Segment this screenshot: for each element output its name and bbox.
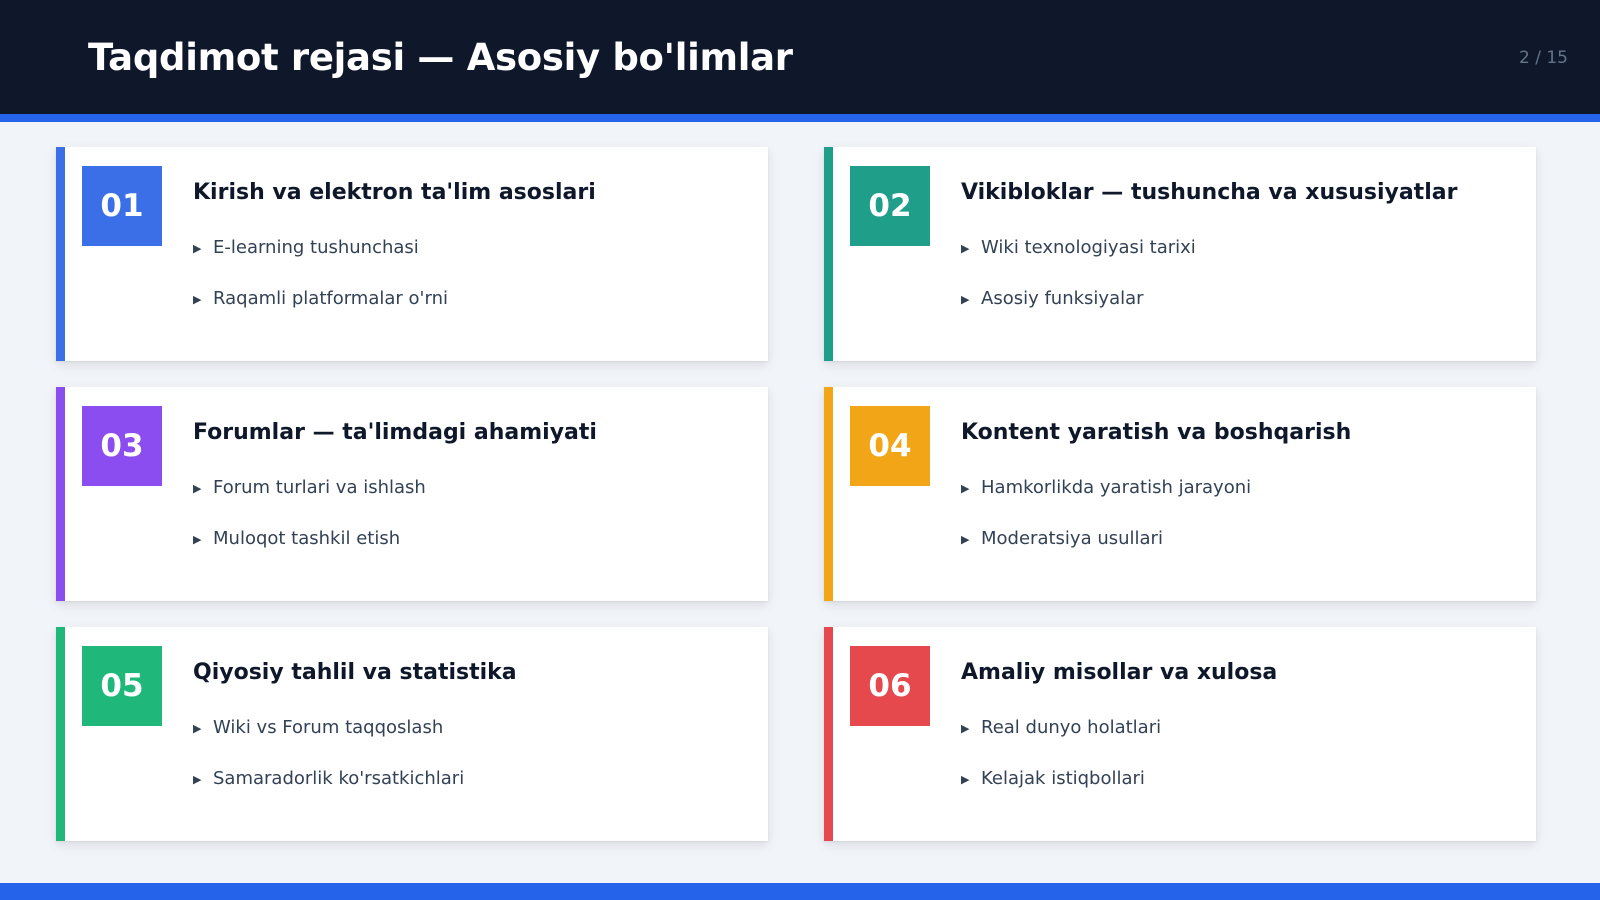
triangle-bullet-icon: ▶ — [193, 773, 202, 786]
list-item-label: Wiki vs Forum taqqoslash — [213, 717, 444, 738]
section-items: ▶ Wiki vs Forum taqqoslash ▶ Samaradorlik … — [193, 717, 464, 819]
list-item-label: Wiki texnologiyasi tarixi — [981, 237, 1196, 258]
list-item: ▶ Asosiy funksiyalar — [961, 288, 1196, 339]
section-items: ▶ Hamkorlikda yaratish jarayoni ▶ Moderats… — [961, 477, 1251, 579]
section-number-badge: 04 — [850, 406, 930, 486]
card-accent-stripe — [56, 387, 65, 601]
list-item: ▶ Samaradorlik ko'rsatkichlari — [193, 768, 464, 819]
triangle-bullet-icon: ▶ — [193, 242, 202, 255]
list-item-label: Real dunyo holatlari — [981, 717, 1162, 738]
section-number-badge: 03 — [82, 406, 162, 486]
section-number-badge: 01 — [82, 166, 162, 246]
list-item-label: Samaradorlik ko'rsatkichlari — [213, 768, 465, 789]
section-number-badge: 06 — [850, 646, 930, 726]
slide: Taqdimot rejasi — Asosiy bo'limlar 2 / 1… — [0, 0, 1600, 900]
list-item-label: Moderatsiya usullari — [981, 528, 1163, 549]
card-accent-stripe — [56, 147, 65, 361]
list-item: ▶ Raqamli platformalar o'rni — [193, 288, 448, 339]
section-items: ▶ E-learning tushunchasi ▶ Raqamli platfor… — [193, 237, 448, 339]
section-card-06: 06 Amaliy misollar va xulosa ▶ Real dunyo… — [824, 627, 1536, 841]
list-item: ▶ Forum turlari va ishlash — [193, 477, 426, 528]
section-card-01: 01 Kirish va elektron ta'lim asoslari ▶ E… — [56, 147, 768, 361]
card-accent-stripe — [824, 147, 833, 361]
triangle-bullet-icon: ▶ — [961, 533, 970, 546]
section-card-02: 02 Vikibloklar — tushuncha va xususiyatl… — [824, 147, 1536, 361]
list-item: ▶ Muloqot tashkil etish — [193, 528, 426, 579]
section-title: Amaliy misollar va xulosa — [961, 660, 1278, 685]
header-accent-line — [0, 114, 1600, 122]
list-item-label: Hamkorlikda yaratish jarayoni — [981, 477, 1252, 498]
card-accent-stripe — [56, 627, 65, 841]
list-item-label: Raqamli platformalar o'rni — [213, 288, 448, 309]
section-number-badge: 02 — [850, 166, 930, 246]
section-number-badge: 05 — [82, 646, 162, 726]
triangle-bullet-icon: ▶ — [193, 533, 202, 546]
triangle-bullet-icon: ▶ — [961, 722, 970, 735]
list-item: ▶ Moderatsiya usullari — [961, 528, 1251, 579]
section-items: ▶ Wiki texnologiyasi tarixi ▶ Asosiy funks… — [961, 237, 1196, 339]
section-items: ▶ Real dunyo holatlari ▶ Kelajak istiqboll… — [961, 717, 1161, 819]
section-card-03: 03 Forumlar — ta'limdagi ahamiyati ▶ Foru… — [56, 387, 768, 601]
slide-title: Taqdimot rejasi — Asosiy bo'limlar — [88, 36, 793, 79]
footer-accent-bar — [0, 883, 1600, 900]
list-item: ▶ Wiki vs Forum taqqoslash — [193, 717, 464, 768]
list-item-label: Forum turlari va ishlash — [213, 477, 426, 498]
card-accent-stripe — [824, 627, 833, 841]
triangle-bullet-icon: ▶ — [961, 293, 970, 306]
list-item: ▶ Wiki texnologiyasi tarixi — [961, 237, 1196, 288]
list-item-label: Muloqot tashkil etish — [213, 528, 401, 549]
section-title: Qiyosiy tahlil va statistika — [193, 660, 517, 685]
triangle-bullet-icon: ▶ — [961, 482, 970, 495]
triangle-bullet-icon: ▶ — [193, 293, 202, 306]
section-card-04: 04 Kontent yaratish va boshqarish ▶ Hamko… — [824, 387, 1536, 601]
list-item-label: Asosiy funksiyalar — [981, 288, 1144, 309]
card-accent-stripe — [824, 387, 833, 601]
section-card-05: 05 Qiyosiy tahlil va statistika ▶ Wiki vs… — [56, 627, 768, 841]
section-title: Forumlar — ta'limdagi ahamiyati — [193, 420, 597, 445]
list-item: ▶ E-learning tushunchasi — [193, 237, 448, 288]
list-item: ▶ Kelajak istiqbollari — [961, 768, 1161, 819]
header-bar: Taqdimot rejasi — Asosiy bo'limlar 2 / 1… — [0, 0, 1600, 114]
triangle-bullet-icon: ▶ — [961, 773, 970, 786]
list-item-label: E-learning tushunchasi — [213, 237, 419, 258]
page-indicator: 2 / 15 — [1519, 48, 1568, 68]
section-items: ▶ Forum turlari va ishlash ▶ Muloqot tashk… — [193, 477, 426, 579]
triangle-bullet-icon: ▶ — [193, 482, 202, 495]
list-item: ▶ Real dunyo holatlari — [961, 717, 1161, 768]
triangle-bullet-icon: ▶ — [961, 242, 970, 255]
list-item-label: Kelajak istiqbollari — [981, 768, 1145, 789]
section-title: Kontent yaratish va boshqarish — [961, 420, 1352, 445]
triangle-bullet-icon: ▶ — [193, 722, 202, 735]
section-title: Kirish va elektron ta'lim asoslari — [193, 180, 596, 205]
list-item: ▶ Hamkorlikda yaratish jarayoni — [961, 477, 1251, 528]
section-title: Vikibloklar — tushuncha va xususiyatlar — [961, 180, 1458, 205]
